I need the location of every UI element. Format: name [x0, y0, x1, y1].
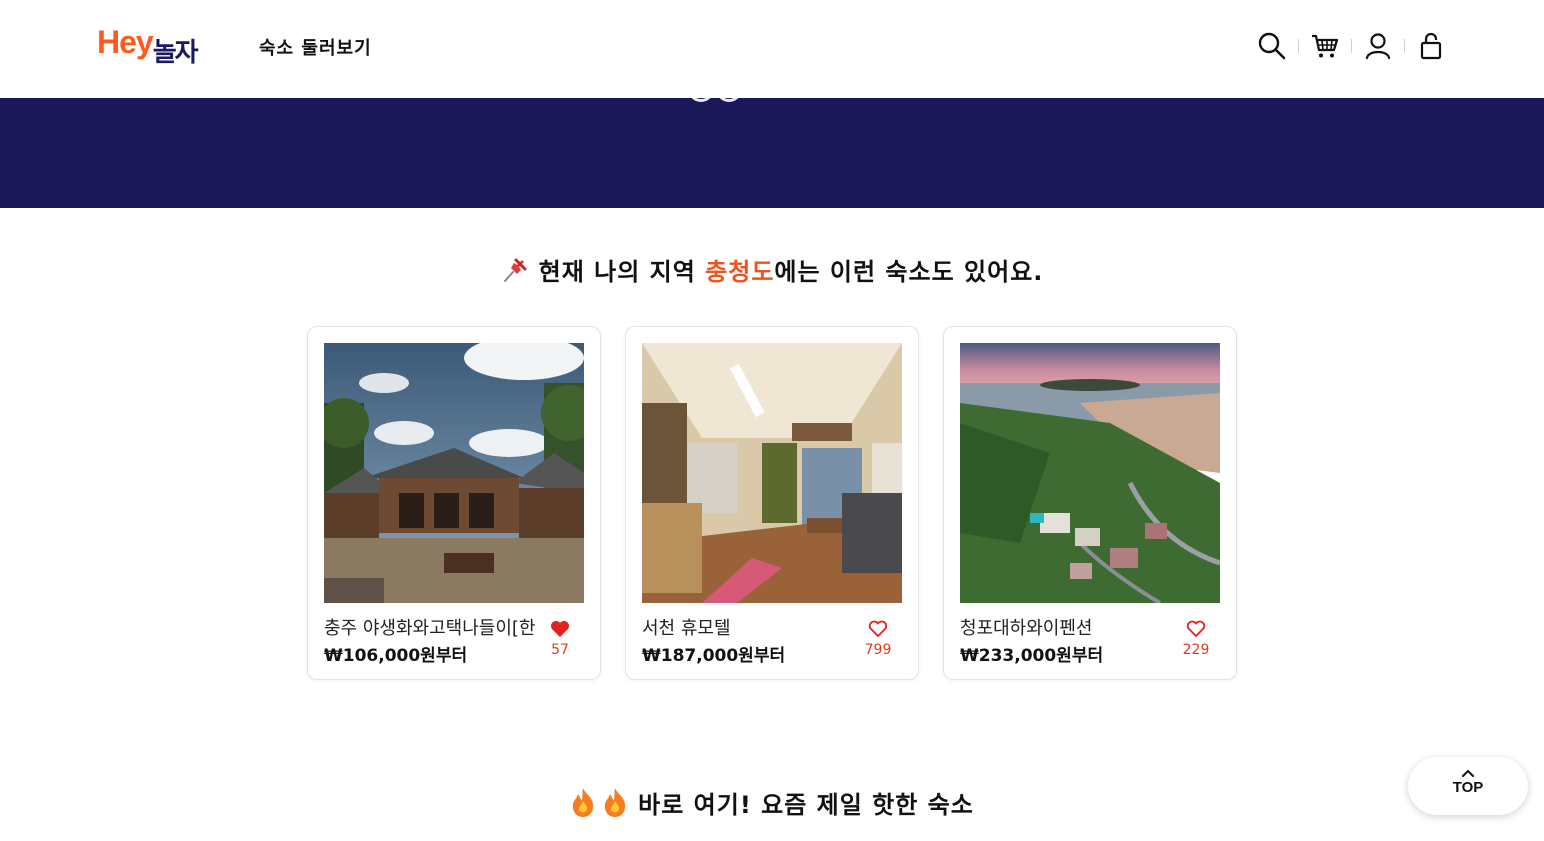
lodging-name: 서천 휴모텔: [642, 618, 731, 639]
lock-icon[interactable]: [1413, 28, 1449, 64]
lodging-price: ₩187,000원부터: [642, 646, 786, 666]
lodging-card[interactable]: 서천 휴모텔 ₩187,000원부터 799: [625, 326, 919, 680]
like-button[interactable]: 799: [860, 620, 896, 658]
like-count: 799: [864, 642, 892, 658]
lodging-card[interactable]: 충주 야생화와고택나들이[한 ₩106,000원부터 57: [307, 326, 601, 680]
region-name: 충청도: [705, 258, 775, 286]
divider: [1404, 39, 1405, 53]
hot-section-title: 바로 여기! 요즘 제일 핫한 숙소: [0, 785, 1544, 823]
banner-decoration: [716, 98, 742, 102]
scroll-top-label: TOP: [1452, 779, 1484, 796]
like-button[interactable]: 229: [1178, 620, 1214, 658]
lodging-photo: [324, 343, 584, 603]
user-icon[interactable]: [1360, 28, 1396, 64]
fire-icon: [602, 787, 628, 823]
hot-section-text: 바로 여기! 요즘 제일 핫한 숙소: [638, 791, 974, 819]
lodging-photo: [642, 343, 902, 603]
lodging-card-list: 충주 야생화와고택나들이[한 ₩106,000원부터 57 서천 휴모텔 ₩18…: [307, 326, 1237, 680]
lodging-name: 충주 야생화와고택나들이[한: [324, 618, 536, 639]
header-icons: [1254, 28, 1449, 64]
fire-icon: [570, 787, 596, 823]
divider: [1298, 39, 1299, 53]
hero-banner: [0, 98, 1544, 208]
search-icon[interactable]: [1254, 28, 1290, 64]
logo-nolja-text: 놀자: [152, 38, 199, 68]
logo[interactable]: Hey 놀자: [97, 22, 199, 68]
site-header: Hey 놀자 숙소 둘러보기: [0, 0, 1544, 98]
region-section-title: 현재 나의 지역 충청도에는 이런 숙소도 있어요.: [0, 252, 1544, 290]
logo-hey-text: Hey: [97, 24, 154, 60]
heart-outline-icon: [868, 620, 888, 637]
scroll-top-button[interactable]: TOP: [1408, 757, 1528, 815]
cart-icon[interactable]: [1307, 28, 1343, 64]
lodging-price: ₩233,000원부터: [960, 646, 1104, 666]
heart-outline-icon: [1186, 620, 1206, 637]
region-title-suffix: 에는 이런 숙소도 있어요.: [774, 258, 1044, 286]
heart-filled-icon: [551, 621, 569, 637]
lodging-card[interactable]: 청포대하와이펜션 ₩233,000원부터 229: [943, 326, 1237, 680]
like-count: 229: [1182, 642, 1210, 658]
like-count: 57: [551, 642, 569, 658]
nav-browse-link[interactable]: 숙소 둘러보기: [259, 34, 372, 60]
pushpin-icon: [501, 256, 529, 290]
lodging-photo: [960, 343, 1220, 603]
region-title-prefix: 현재 나의 지역: [538, 258, 706, 286]
lodging-name: 청포대하와이펜션: [960, 618, 1093, 639]
like-button[interactable]: 57: [542, 620, 578, 658]
banner-decoration: [688, 98, 714, 102]
divider: [1351, 39, 1352, 53]
chevron-up-icon: [1462, 769, 1474, 777]
lodging-price: ₩106,000원부터: [324, 646, 468, 666]
